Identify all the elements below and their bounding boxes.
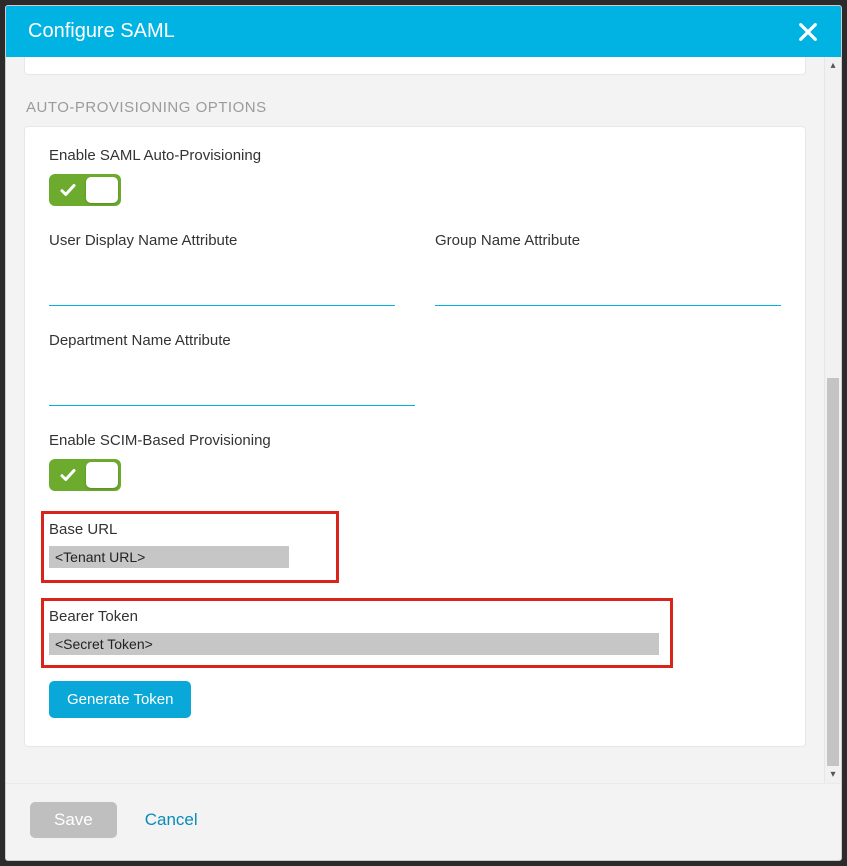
enable-saml-toggle[interactable] bbox=[49, 174, 121, 206]
enable-saml-label: Enable SAML Auto-Provisioning bbox=[49, 147, 781, 164]
vertical-scrollbar[interactable]: ▴ ▾ bbox=[824, 57, 841, 783]
section-label: AUTO-PROVISIONING OPTIONS bbox=[26, 99, 806, 116]
bearer-token-group: Bearer Token bbox=[41, 596, 781, 665]
bearer-token-label: Bearer Token bbox=[49, 608, 773, 625]
base-url-label: Base URL bbox=[49, 521, 773, 538]
check-icon bbox=[52, 181, 84, 199]
group-name-label: Group Name Attribute bbox=[435, 232, 781, 249]
modal-body: AUTO-PROVISIONING OPTIONS Enable SAML Au… bbox=[6, 57, 824, 783]
cancel-button[interactable]: Cancel bbox=[145, 810, 198, 830]
group-name-input[interactable] bbox=[435, 273, 781, 306]
scroll-up-arrow-icon[interactable]: ▴ bbox=[825, 57, 841, 74]
auto-provisioning-card: Enable SAML Auto-Provisioning User Displ… bbox=[24, 126, 806, 747]
base-url-group: Base URL bbox=[41, 509, 781, 578]
scrollbar-track[interactable] bbox=[825, 74, 841, 766]
user-display-name-input[interactable] bbox=[49, 273, 395, 306]
save-button[interactable]: Save bbox=[30, 802, 117, 838]
enable-scim-label: Enable SCIM-Based Provisioning bbox=[49, 432, 781, 449]
scrollbar-thumb[interactable] bbox=[827, 378, 839, 766]
close-icon[interactable] bbox=[797, 21, 819, 43]
department-name-input[interactable] bbox=[49, 373, 415, 406]
configure-saml-modal: Configure SAML AUTO-PROVISIONING OPTIONS… bbox=[5, 5, 842, 861]
department-name-label: Department Name Attribute bbox=[49, 332, 415, 349]
bearer-token-input[interactable] bbox=[49, 633, 659, 655]
modal-title: Configure SAML bbox=[28, 20, 175, 43]
previous-card-edge bbox=[24, 57, 806, 75]
toggle-knob bbox=[86, 177, 118, 203]
toggle-knob bbox=[86, 462, 118, 488]
enable-scim-toggle[interactable] bbox=[49, 459, 121, 491]
modal-header: Configure SAML bbox=[6, 6, 841, 57]
modal-body-wrapper: AUTO-PROVISIONING OPTIONS Enable SAML Au… bbox=[6, 57, 841, 783]
base-url-input[interactable] bbox=[49, 546, 289, 568]
modal-footer: Save Cancel bbox=[6, 783, 841, 860]
check-icon bbox=[52, 466, 84, 484]
scroll-down-arrow-icon[interactable]: ▾ bbox=[825, 766, 841, 783]
user-display-name-label: User Display Name Attribute bbox=[49, 232, 395, 249]
generate-token-button[interactable]: Generate Token bbox=[49, 681, 191, 718]
